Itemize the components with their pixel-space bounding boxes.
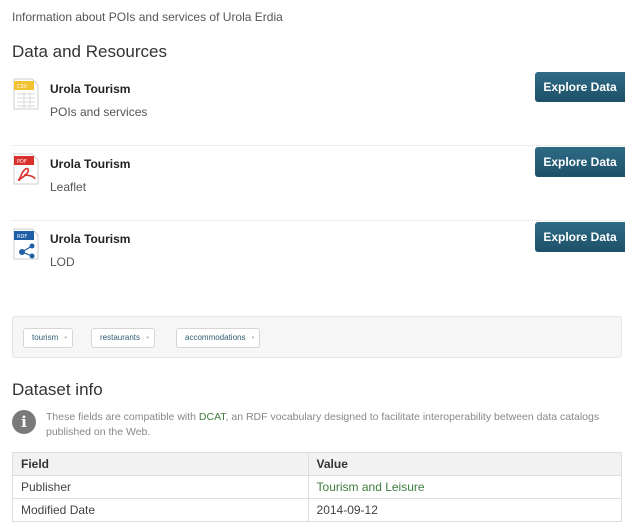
value-column-header: Value <box>307 452 623 476</box>
resource-name[interactable]: Urola Tourism <box>50 82 130 96</box>
info-icon: i <box>12 410 36 434</box>
table-cell-field: Publisher <box>12 475 309 499</box>
dataset-info-table: Field Value Publisher Tourism and Leisur… <box>12 452 623 522</box>
resources-heading: Data and Resources <box>12 42 167 61</box>
tag-list: tourism • restaurants • accommodations • <box>12 316 622 358</box>
resource-item: PDF Urola Tourism Leaflet Explore Data <box>12 145 625 221</box>
pdf-file-icon-label: PDF <box>17 159 27 165</box>
table-cell-field: Modified Date <box>12 498 309 522</box>
resource-description: Leaflet <box>50 180 87 194</box>
tag-label: tourism <box>32 333 59 342</box>
resource-name[interactable]: Urola Tourism <box>50 232 130 246</box>
resource-item: RDF Urola Tourism LOD Explore Data <box>12 220 625 295</box>
rdf-file-icon-label: RDF <box>17 234 27 240</box>
dataset-description: Information about POIs and services of U… <box>12 10 283 24</box>
resource-description: LOD <box>50 255 75 269</box>
dcat-link[interactable]: DCAT <box>199 411 226 423</box>
tag-tourism[interactable]: tourism • <box>23 328 74 348</box>
tag-label: accommodations <box>185 333 246 342</box>
tag-accommodations[interactable]: accommodations • <box>176 328 261 348</box>
field-column-header: Field <box>12 452 309 476</box>
dataset-page: Information about POIs and services of U… <box>0 0 625 522</box>
explore-data-button[interactable]: Explore Data <box>535 72 625 102</box>
explore-data-button[interactable]: Explore Data <box>535 147 625 177</box>
tag-dot-icon: • <box>146 333 150 342</box>
rdf-file-icon: RDF <box>13 228 39 260</box>
explore-data-button[interactable]: Explore Data <box>535 222 625 252</box>
csv-file-icon-label: CSV <box>17 84 28 90</box>
table-row: Publisher Tourism and Leisure <box>12 475 623 499</box>
info-note-before: These fields are compatible with <box>46 411 199 423</box>
table-header-row: Field Value <box>12 452 623 476</box>
resource-name[interactable]: Urola Tourism <box>50 157 130 171</box>
tag-dot-icon: • <box>64 333 68 342</box>
pdf-file-icon: PDF <box>13 153 39 185</box>
tag-label: restaurants <box>100 333 141 342</box>
tag-restaurants[interactable]: restaurants • <box>91 328 156 348</box>
publisher-link[interactable]: Tourism and Leisure <box>307 475 623 499</box>
table-row: Modified Date 2014-09-12 <box>12 498 623 522</box>
dataset-info-heading: Dataset info <box>12 380 103 399</box>
info-note-text: These fields are compatible with DCAT, a… <box>46 410 620 440</box>
dcat-info-note: i These fields are compatible with DCAT,… <box>12 410 620 444</box>
resource-description: POIs and services <box>50 105 148 119</box>
tag-dot-icon: • <box>251 333 255 342</box>
table-cell-value: 2014-09-12 <box>307 498 623 522</box>
resource-item: CSV Urola Tourism POIs and services Expl… <box>12 70 625 146</box>
csv-file-icon: CSV <box>13 78 39 110</box>
